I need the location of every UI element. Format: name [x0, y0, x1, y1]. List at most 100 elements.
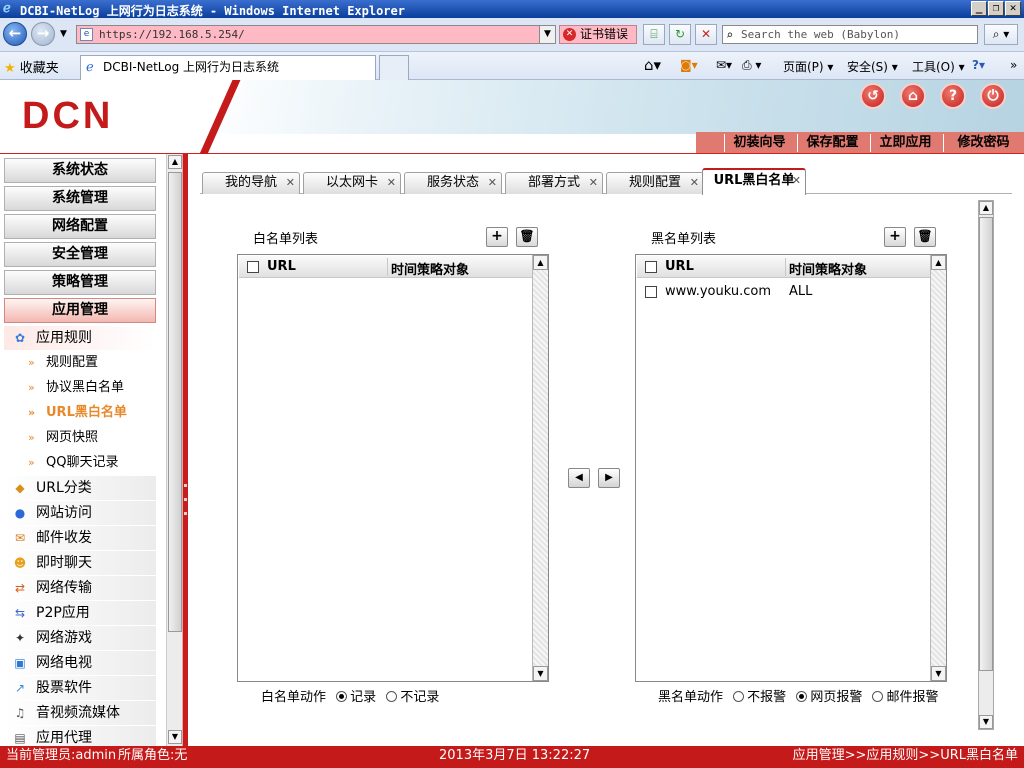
tab-my-navigation[interactable]: 我的导航 ✕ [202, 172, 300, 194]
print-icon[interactable]: ⎙ ▾ [742, 58, 761, 73]
content-scrollbar[interactable]: ▲ ▼ [978, 200, 994, 730]
search-go-button[interactable]: ⌕ ▾ [984, 24, 1018, 45]
new-tab-button[interactable] [379, 55, 409, 80]
sidebar-item-app-rules[interactable]: ✿ 应用规则 [4, 326, 156, 350]
blacklist-delete-button[interactable]: 🗑 [914, 227, 936, 247]
sidebar-leaf-web-snapshot[interactable]: » 网页快照 [4, 426, 156, 450]
sidebar-item-app-proxy[interactable]: ▤ 应用代理 [4, 726, 156, 746]
blacklist-mail-alarm-radio[interactable] [872, 691, 884, 702]
cert-error-button[interactable]: ✕ 证书错误 [559, 25, 637, 44]
browser-tab[interactable]: ℯ DCBI-NetLog 上网行为日志系统 [80, 55, 376, 80]
sidebar-item-url-category[interactable]: ◆ URL分类 [4, 476, 156, 500]
blacklist-table[interactable]: URL 时间策略对象 www.youku.com ALL ▲ ▼ [635, 254, 947, 682]
tab-ethernet[interactable]: 以太网卡 ✕ [303, 172, 401, 194]
sidebar-scrollbar[interactable]: ▲ ▼ [166, 154, 182, 746]
sidebar-item-instant-chat[interactable]: ☻ 即时聊天 [4, 551, 156, 575]
setup-wizard-button[interactable]: 初装向导 [724, 134, 794, 152]
menu-application-management[interactable]: 应用管理 [4, 298, 156, 323]
address-field[interactable]: e https://192.168.5.254/ ▼ [76, 25, 556, 44]
safety-menu[interactable]: 安全(S) ▾ [847, 58, 898, 75]
sidebar-leaf-url-blackwhite[interactable]: » URL黑白名单 [4, 401, 156, 425]
address-dropdown-icon[interactable]: ▼ [539, 26, 555, 43]
whitelist-scrollbar[interactable]: ▲ ▼ [532, 255, 548, 681]
mail-read-icon[interactable]: ✉▾ [716, 58, 732, 72]
sidebar-item-p2p[interactable]: ⇆ P2P应用 [4, 601, 156, 625]
blacklist-web-alarm-radio[interactable] [796, 691, 808, 702]
forward-button[interactable]: → [31, 22, 55, 46]
change-password-button[interactable]: 修改密码 [943, 134, 1023, 152]
whitelist-table[interactable]: URL 时间策略对象 ▲ ▼ [237, 254, 549, 682]
apply-now-button[interactable]: 立即应用 [870, 134, 940, 152]
menu-policy-management[interactable]: 策略管理 [4, 270, 156, 295]
table-row[interactable]: www.youku.com ALL [637, 281, 930, 303]
page-menu[interactable]: 页面(P) ▾ [783, 58, 833, 75]
sidebar-leaf-qq-chat[interactable]: » QQ聊天记录 [4, 451, 156, 475]
sidebar-item-network-transfer[interactable]: ⇄ 网络传输 [4, 576, 156, 600]
scroll-down-icon[interactable]: ▼ [168, 730, 182, 744]
chevron-more-icon[interactable]: » [1010, 58, 1017, 72]
sidebar-scroll-thumb[interactable] [168, 172, 182, 632]
whitelist-add-button[interactable]: + [486, 227, 508, 247]
refresh-page-icon[interactable]: ↻ [669, 24, 691, 45]
menu-system-management[interactable]: 系统管理 [4, 186, 156, 211]
close-tab-icon[interactable]: ✕ [387, 173, 396, 193]
history-dropdown-icon[interactable]: ▼ [60, 29, 67, 39]
tab-deployment[interactable]: 部署方式 ✕ [505, 172, 603, 194]
home-page-icon[interactable]: ⌂▾ [644, 58, 661, 73]
back-button[interactable]: ← [3, 22, 27, 46]
close-tab-icon[interactable]: ✕ [286, 173, 295, 193]
help-icon[interactable]: ? [940, 83, 966, 109]
favorites-button[interactable]: ★ 收藏夹 [4, 57, 59, 76]
stop-icon[interactable]: ✕ [695, 24, 717, 45]
whitelist-record-radio[interactable] [336, 691, 348, 702]
feeds-icon[interactable]: ◙▾ [680, 58, 698, 72]
compatibility-icon[interactable]: ⌸ [643, 24, 665, 45]
tab-url-blackwhite[interactable]: URL黑白名单 ✕ [702, 168, 806, 195]
menu-system-status[interactable]: 系统状态 [4, 158, 156, 183]
tools-menu[interactable]: 工具(O) ▾ [912, 58, 965, 75]
sidebar-item-network-tv[interactable]: ▣ 网络电视 [4, 651, 156, 675]
minimize-button[interactable]: _ [971, 1, 987, 16]
sidebar-leaf-rule-config[interactable]: » 规则配置 [4, 351, 156, 375]
tab-rule-config[interactable]: 规则配置 ✕ [606, 172, 704, 194]
menu-network-config[interactable]: 网络配置 [4, 214, 156, 239]
scroll-up-icon[interactable]: ▲ [168, 155, 182, 169]
whitelist-delete-button[interactable]: 🗑 [516, 227, 538, 247]
content-scroll-thumb[interactable] [979, 217, 993, 671]
blacklist-select-all-checkbox[interactable] [645, 261, 657, 273]
sidebar-leaf-protocol-blackwhite[interactable]: » 协议黑白名单 [4, 376, 156, 400]
scroll-up-icon[interactable]: ▲ [931, 255, 946, 270]
scroll-down-icon[interactable]: ▼ [931, 666, 946, 681]
move-left-button[interactable]: ◀ [568, 468, 590, 488]
move-right-button[interactable]: ▶ [598, 468, 620, 488]
scroll-down-icon[interactable]: ▼ [979, 715, 993, 729]
scroll-down-icon[interactable]: ▼ [533, 666, 548, 681]
blacklist-add-button[interactable]: + [884, 227, 906, 247]
sidebar-item-online-games[interactable]: ✦ 网络游戏 [4, 626, 156, 650]
search-input[interactable]: ⌕ Search the web (Babylon) [722, 25, 978, 44]
sidebar-item-streaming-media[interactable]: ♫ 音视频流媒体 [4, 701, 156, 725]
sidebar-item-website-access[interactable]: ● 网站访问 [4, 501, 156, 525]
restore-button[interactable]: ❐ [988, 1, 1004, 16]
scroll-up-icon[interactable]: ▲ [533, 255, 548, 270]
scroll-up-icon[interactable]: ▲ [979, 201, 993, 215]
sidebar-item-email[interactable]: ✉ 邮件收发 [4, 526, 156, 550]
help-menu-icon[interactable]: ?▾ [972, 58, 985, 72]
tab-service-status[interactable]: 服务状态 ✕ [404, 172, 502, 194]
save-config-button[interactable]: 保存配置 [797, 134, 867, 152]
sidebar-item-stock-software[interactable]: ↗ 股票软件 [4, 676, 156, 700]
blacklist-scrollbar[interactable]: ▲ ▼ [930, 255, 946, 681]
close-tab-icon[interactable]: ✕ [589, 173, 598, 193]
close-tab-icon[interactable]: ✕ [488, 173, 497, 193]
close-tab-icon[interactable]: ✕ [690, 173, 699, 193]
blacklist-no-alarm-radio[interactable] [733, 691, 745, 702]
close-window-button[interactable]: ✕ [1005, 1, 1021, 16]
whitelist-no-record-radio[interactable] [386, 691, 398, 702]
menu-security-management[interactable]: 安全管理 [4, 242, 156, 267]
home-icon[interactable]: ⌂ [900, 83, 926, 109]
whitelist-select-all-checkbox[interactable] [247, 261, 259, 273]
row-checkbox[interactable] [645, 286, 657, 298]
refresh-icon[interactable]: ↺ [860, 83, 886, 109]
logout-icon[interactable]: ⏻ [980, 83, 1006, 109]
close-tab-icon[interactable]: ✕ [792, 170, 801, 192]
